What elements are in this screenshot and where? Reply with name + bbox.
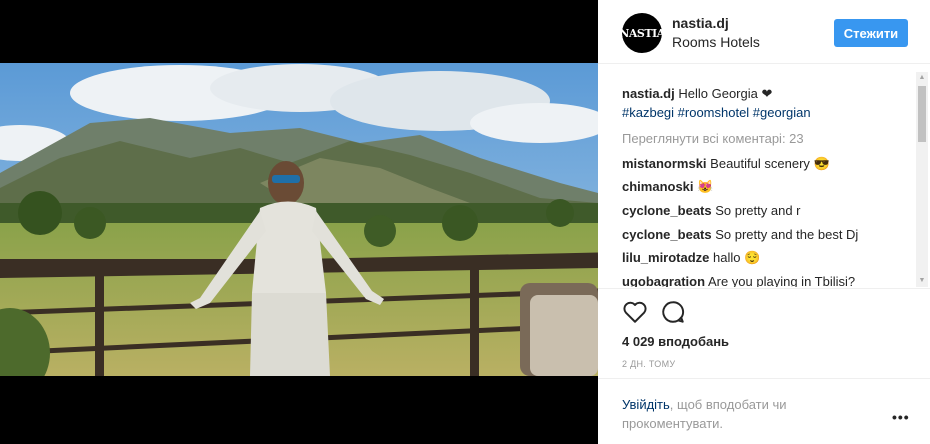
list-item: ugobagration Are you playing in Tbilisi?: [622, 273, 855, 287]
post-username[interactable]: nastia.dj: [672, 15, 729, 31]
avatar[interactable]: NASTIA: [619, 13, 665, 53]
comment-text: Are you playing in Tbilisi?: [707, 274, 856, 287]
list-item: mistanormski Beautiful scenery 😎: [622, 155, 830, 173]
caption-hashtags[interactable]: #kazbegi #roomshotel #georgian: [622, 104, 811, 122]
post-header: NASTIA nastia.dj Rooms Hotels Стежити: [598, 0, 930, 64]
more-options-icon[interactable]: •••: [892, 409, 910, 425]
post-photo[interactable]: [0, 63, 598, 376]
landscape-photo: [0, 63, 598, 376]
login-prompt: Увійдіть, щоб вподобати чи прокоментуват…: [622, 395, 832, 433]
caption: nastia.dj Hello Georgia ❤: [622, 85, 772, 103]
comment-username[interactable]: mistanormski: [622, 156, 707, 171]
comment-username[interactable]: cyclone_beats: [622, 203, 712, 218]
scroll-up-arrow-icon[interactable]: ▲: [916, 72, 928, 84]
post-actions: 4 029 вподобань 2 ДН. ТОМУ: [598, 288, 930, 378]
caption-text: Hello Georgia ❤: [678, 86, 773, 101]
caption-username[interactable]: nastia.dj: [622, 86, 675, 101]
heart-outline-icon[interactable]: [622, 299, 648, 325]
comment-username[interactable]: chimanoski: [622, 179, 694, 194]
comment-username[interactable]: lilu_mirotadze: [622, 250, 709, 265]
post-timestamp[interactable]: 2 ДН. ТОМУ: [622, 359, 675, 369]
list-item: cyclone_beats So pretty and r: [622, 202, 801, 220]
comment-text: So pretty and r: [715, 203, 801, 218]
post-photo-pane: [0, 0, 598, 444]
speech-bubble-icon[interactable]: [660, 299, 686, 325]
comment-username[interactable]: ugobagration: [622, 274, 705, 287]
comment-text: hallo 😌: [713, 250, 761, 265]
comments-scrollbar[interactable]: ▲ ▼: [916, 72, 928, 287]
login-link[interactable]: Увійдіть: [622, 397, 670, 412]
comment-text: Beautiful scenery 😎: [710, 156, 830, 171]
scroll-thumb[interactable]: [918, 86, 926, 142]
login-bar: Увійдіть, щоб вподобати чи прокоментуват…: [598, 378, 930, 444]
likes-count[interactable]: 4 029 вподобань: [622, 334, 729, 349]
follow-button[interactable]: Стежити: [834, 19, 908, 47]
list-item: lilu_mirotadze hallo 😌: [622, 249, 760, 267]
comment-username[interactable]: cyclone_beats: [622, 227, 712, 242]
post-sidebar: NASTIA nastia.dj Rooms Hotels Стежити na…: [598, 0, 930, 444]
list-item: chimanoski 😻: [622, 178, 713, 196]
view-all-comments-link[interactable]: Переглянути всі коментарі: 23: [622, 130, 804, 148]
post-location[interactable]: Rooms Hotels: [672, 34, 760, 50]
list-item: cyclone_beats So pretty and the best Dj: [622, 226, 858, 244]
scroll-down-arrow-icon[interactable]: ▼: [916, 275, 928, 287]
comment-text: So pretty and the best Dj: [715, 227, 859, 242]
comments-list: nastia.dj Hello Georgia ❤ #kazbegi #room…: [598, 65, 918, 287]
comment-text: 😻: [697, 179, 714, 194]
